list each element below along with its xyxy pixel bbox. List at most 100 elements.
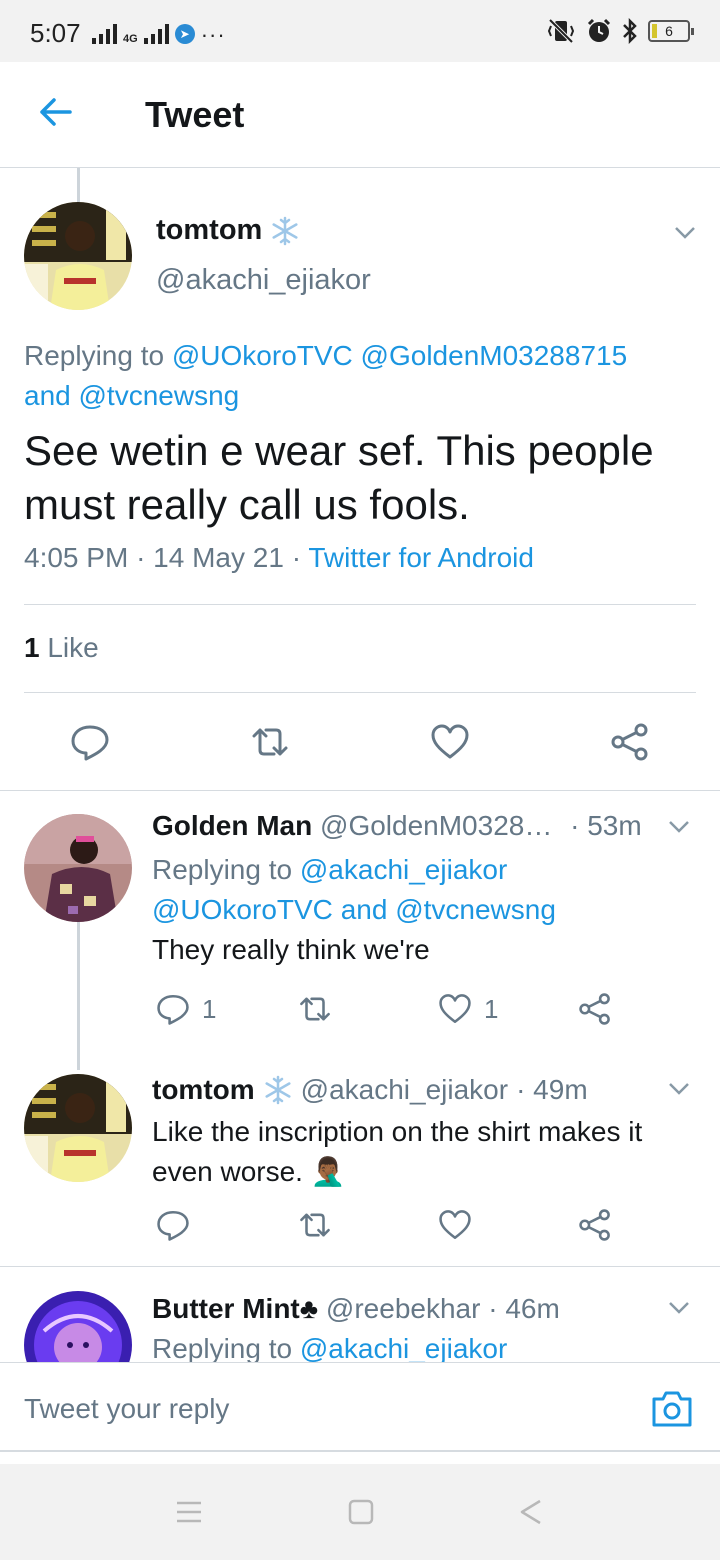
tweet-date: 14 May 21: [153, 542, 284, 573]
reply-icon[interactable]: [70, 722, 110, 762]
thread-line: [77, 922, 80, 1070]
bluetooth-icon: [623, 18, 637, 44]
reply-header: Golden Man @GoldenM0328… · 53m: [152, 810, 642, 842]
avatar[interactable]: [24, 1291, 132, 1362]
reply-age: · 46m: [488, 1293, 560, 1324]
chevron-down-icon[interactable]: [668, 1082, 690, 1096]
reply-age: · 53m: [570, 810, 642, 841]
retweet-icon[interactable]: [298, 992, 332, 1026]
replying-to-link[interactable]: @tvcnewsng: [79, 380, 240, 411]
status-right-icons: 6: [546, 16, 694, 46]
status-bar: 5:07 4G ➤ ··· 6: [0, 0, 720, 62]
battery-level: 6: [665, 23, 673, 39]
like-icon[interactable]: [430, 722, 470, 762]
likes-count: 1: [24, 632, 40, 663]
like-icon[interactable]: [438, 1208, 472, 1242]
reply-text-line: Like the inscription on the shirt makes …: [152, 1116, 643, 1147]
signal-icon: [92, 22, 117, 44]
tweet-text-line: must really call us fools.: [24, 481, 470, 528]
replying-to: Replying to @UOkoroTVC @GoldenM03288715 …: [24, 336, 704, 416]
camera-icon[interactable]: [650, 1389, 694, 1429]
reply-text-line: even worse.: [152, 1156, 303, 1187]
likes-label: Like: [47, 632, 99, 663]
author-handle[interactable]: @akachi_ejiakor: [301, 1074, 508, 1106]
snowflake-icon: [265, 1075, 291, 1105]
replying-to-link[interactable]: @tvcnewsng: [395, 894, 556, 925]
replying-to-link[interactable]: @akachi_ejiakor: [300, 854, 507, 885]
signal-icon-2: [143, 22, 169, 44]
author-handle[interactable]: @akachi_ejiakor: [156, 264, 371, 297]
avatar[interactable]: [24, 1074, 132, 1182]
reply-header: tomtom @akachi_ejiakor · 49m: [152, 1074, 588, 1106]
reply-composer: [0, 1362, 720, 1452]
top-bar: Tweet: [0, 62, 720, 168]
replying-to-link[interactable]: @akachi_ejiakor: [300, 1333, 507, 1362]
replying-and: and: [340, 894, 388, 925]
page-title: Tweet: [145, 94, 245, 135]
avatar[interactable]: [24, 202, 132, 310]
reply-age: · 49m: [516, 1074, 588, 1105]
telegram-icon: ➤: [174, 24, 195, 44]
tweet-source[interactable]: Twitter for Android: [308, 542, 534, 573]
avatar-image: [24, 202, 132, 310]
reply-text: They really think we're: [152, 934, 430, 965]
status-time: 5:07: [30, 18, 81, 48]
like-action[interactable]: 1: [438, 992, 498, 1026]
reply-count: 1: [202, 993, 217, 1024]
like-icon[interactable]: [438, 992, 472, 1026]
tweet-time: 4:05 PM: [24, 542, 129, 573]
battery-icon: 6: [648, 20, 694, 42]
tweet-meta: 4:05 PM · 14 May 21 · Twitter for Androi…: [24, 542, 534, 573]
replying-and: and: [24, 380, 71, 411]
replying-to: Replying to @akachi_ejiakor @UOkoroTVC a…: [152, 850, 712, 930]
club-suit-icon: ♣: [299, 1293, 319, 1324]
home-icon[interactable]: [348, 1499, 374, 1525]
retweet-icon[interactable]: [298, 1208, 332, 1242]
reply-icon[interactable]: [156, 992, 190, 1026]
author-handle[interactable]: @GoldenM0328…: [320, 810, 552, 841]
reply-icon[interactable]: [156, 1208, 190, 1242]
system-nav-bar: [0, 1464, 720, 1560]
more-notifications-icon: ···: [200, 22, 226, 47]
tweet-text: See wetin e wear sef. This people must r…: [24, 424, 714, 532]
share-icon[interactable]: [578, 1208, 612, 1242]
likes-summary[interactable]: 1 Like: [24, 632, 99, 664]
replying-to-link[interactable]: @UOkoroTVC @GoldenM03288715: [172, 340, 627, 371]
reply-input[interactable]: [24, 1393, 584, 1425]
replying-to-link[interactable]: @UOkoroTVC: [152, 894, 333, 925]
chevron-down-icon[interactable]: [668, 1301, 690, 1315]
facepalm-emoji: 🤦🏾‍♂️: [310, 1156, 346, 1187]
share-icon[interactable]: [610, 722, 650, 762]
back-arrow-icon[interactable]: [36, 92, 76, 132]
author-name[interactable]: Golden Man: [152, 810, 312, 841]
alarm-icon: [587, 18, 611, 42]
like-count: 1: [484, 993, 499, 1024]
share-icon[interactable]: [578, 992, 612, 1026]
chevron-down-icon[interactable]: [674, 226, 696, 240]
chevron-down-icon[interactable]: [668, 820, 690, 834]
list-item[interactable]: Butter Mint♣ @reebekhar · 46m Replying t…: [0, 1267, 720, 1362]
divider: [24, 692, 696, 693]
thread-line: [77, 168, 80, 202]
author-handle[interactable]: @reebekhar: [326, 1293, 481, 1324]
reply-header: Butter Mint♣ @reebekhar · 46m: [152, 1293, 560, 1325]
reply-action[interactable]: 1: [156, 992, 216, 1026]
tweet-text-line: See wetin e wear sef. This people: [24, 427, 654, 474]
menu-icon[interactable]: [176, 1500, 202, 1524]
status-left-icons: 4G ➤ ···: [92, 18, 226, 47]
author-name[interactable]: Butter Mint: [152, 1293, 300, 1324]
vibrate-off-icon: [547, 18, 575, 44]
reply-text: Like the inscription on the shirt makes …: [152, 1112, 712, 1192]
divider: [24, 604, 696, 605]
back-nav-icon[interactable]: [518, 1498, 544, 1526]
replying-prefix: Replying to: [24, 340, 165, 371]
divider: [0, 790, 720, 791]
replying-prefix: Replying to: [152, 854, 293, 885]
author-name[interactable]: tomtom: [152, 1074, 255, 1106]
replying-to: Replying to @akachi_ejiakor: [152, 1333, 507, 1362]
replying-prefix: Replying to: [152, 1333, 293, 1362]
retweet-icon[interactable]: [250, 722, 290, 762]
author-name[interactable]: tomtom: [156, 214, 262, 247]
avatar[interactable]: [24, 814, 132, 922]
network-label: 4G: [123, 33, 138, 45]
